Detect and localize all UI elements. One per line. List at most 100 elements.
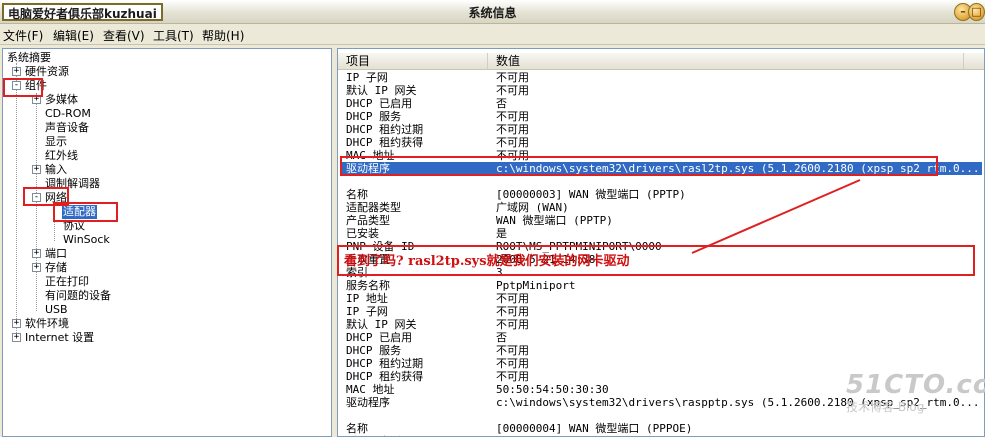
tree-item-input[interactable]: + 输入 xyxy=(3,163,203,177)
watermark-logo: 51CTO.com xyxy=(846,370,985,400)
table-row[interactable]: DHCP 已启用 否 xyxy=(342,97,982,110)
cell-item: 名称 xyxy=(346,188,368,201)
cell-item: DHCP 租约过期 xyxy=(346,123,424,136)
cell-item: DHCP 已启用 xyxy=(346,331,413,344)
tree-item-sound[interactable]: 声音设备 xyxy=(3,121,203,135)
menu-file[interactable]: 文件(F) xyxy=(3,27,43,44)
cell-item: 驱动程序 xyxy=(346,396,390,409)
cell-value: c:\windows\system32\drivers\rasl2tp.sys … xyxy=(496,162,980,175)
cell-value: [00000003] WAN 微型端口 (PPTP) xyxy=(496,188,686,201)
cell-item: 名称 xyxy=(346,422,368,435)
table-row[interactable]: 产品类型 WAN 微型端口 (PPTP) xyxy=(342,214,982,227)
table-row[interactable]: DHCP 已启用 否 xyxy=(342,331,982,344)
annotation-text: 看到了吗? rasl2tp.sys就是我们安装的网卡驱动 xyxy=(344,254,630,269)
table-row[interactable]: MAC 地址 不可用 xyxy=(342,149,982,162)
tree-item-internet[interactable]: + Internet 设置 xyxy=(3,331,203,345)
cell-item: DHCP 已启用 xyxy=(346,97,413,110)
cell-item: MAC 地址 xyxy=(346,149,395,162)
tree-item-hardware[interactable]: + 硬件资源 xyxy=(3,65,203,79)
expand-icon[interactable]: + xyxy=(32,165,41,174)
expand-icon[interactable]: + xyxy=(32,249,41,258)
collapse-icon[interactable]: - xyxy=(32,193,41,202)
tree-item-adapter[interactable]: 适配器 xyxy=(3,205,203,219)
expand-icon[interactable]: + xyxy=(12,67,21,76)
menu-tools[interactable]: 工具(T) xyxy=(153,27,194,44)
table-row[interactable] xyxy=(342,175,982,188)
cell-value: 不可用 xyxy=(496,318,529,331)
table-row[interactable]: 已安装 是 xyxy=(342,227,982,240)
cell-value: WAN 微型端口 (PPTP) xyxy=(496,214,613,227)
cell-value: 不可用 xyxy=(496,357,529,370)
expand-icon[interactable]: + xyxy=(12,333,21,342)
table-row[interactable]: 名称 [00000004] WAN 微型端口 (PPPOE) xyxy=(342,422,982,435)
cell-value: 不可用 xyxy=(496,292,529,305)
cell-value: PptpMiniport xyxy=(496,279,576,292)
expand-icon[interactable]: + xyxy=(12,319,21,328)
table-row[interactable]: 默认 IP 网关 不可用 xyxy=(342,318,982,331)
table-row[interactable]: DHCP 租约过期 不可用 xyxy=(342,357,982,370)
cell-item: IP 地址 xyxy=(346,292,388,305)
table-row[interactable]: 服务名称 PptpMiniport xyxy=(342,279,982,292)
maximize-button[interactable]: □ xyxy=(968,3,985,21)
expand-icon[interactable]: + xyxy=(32,95,41,104)
cell-item: 服务名称 xyxy=(346,279,390,292)
tree-item-usb[interactable]: USB xyxy=(3,303,203,317)
cell-item: DHCP 服务 xyxy=(346,110,402,123)
table-row[interactable]: DHCP 租约获得 不可用 xyxy=(342,136,982,149)
tree-item-storage[interactable]: + 存储 xyxy=(3,261,203,275)
tree-item-modem[interactable]: 调制解调器 xyxy=(3,177,203,191)
cell-value: 否 xyxy=(496,97,507,110)
tree-item-protocol[interactable]: 协议 xyxy=(3,219,203,233)
cell-value: 不可用 xyxy=(496,305,529,318)
cell-value: 不可用 xyxy=(496,136,529,149)
tree-item-display[interactable]: 显示 xyxy=(3,135,203,149)
watermark-sub: 技术博客 Blog xyxy=(846,400,925,414)
cell-item: 产品类型 xyxy=(346,214,390,227)
table-row[interactable]: IP 子网 不可用 xyxy=(342,71,982,84)
tree-item-winsock[interactable]: WinSock xyxy=(3,233,203,247)
tree-item-problem-devices[interactable]: 有问题的设备 xyxy=(3,289,203,303)
table-row[interactable]: DHCP 服务 不可用 xyxy=(342,110,982,123)
tree-item-components[interactable]: - 组件 xyxy=(3,79,203,93)
tree-item-infrared[interactable]: 红外线 xyxy=(3,149,203,163)
cell-value: 否 xyxy=(496,331,507,344)
cell-item: DHCP 服务 xyxy=(346,344,402,357)
table-row[interactable]: IP 子网 不可用 xyxy=(342,305,982,318)
cell-item: IP 子网 xyxy=(346,71,388,84)
title-bar: 电脑爱好者俱乐部kuzhuai 系统信息 – □ xyxy=(0,0,985,24)
cell-item: IP 子网 xyxy=(346,305,388,318)
tree-item-network[interactable]: - 网络 xyxy=(3,191,203,205)
table-row[interactable]: 默认 IP 网关 不可用 xyxy=(342,84,982,97)
expand-icon[interactable]: + xyxy=(32,263,41,272)
collapse-icon[interactable]: - xyxy=(12,81,21,90)
table-row[interactable]: DHCP 服务 不可用 xyxy=(342,344,982,357)
cell-value: [00000004] WAN 微型端口 (PPPOE) xyxy=(496,422,693,435)
brand-label: 电脑爱好者俱乐部kuzhuai xyxy=(2,3,163,21)
cell-item: 驱动程序 xyxy=(346,162,390,175)
table-row[interactable]: 名称 [00000003] WAN 微型端口 (PPTP) xyxy=(342,188,982,201)
menu-bar: 文件(F) 编辑(E) 查看(V) 工具(T) 帮助(H) xyxy=(0,24,985,45)
cell-value: 广域网 (WAN) xyxy=(496,201,569,214)
menu-view[interactable]: 查看(V) xyxy=(103,27,145,44)
cell-value: 不可用 xyxy=(496,123,529,136)
column-header-filler xyxy=(964,53,984,70)
tree-item-cdrom[interactable]: CD-ROM xyxy=(3,107,203,121)
tree-item-printing[interactable]: 正在打印 xyxy=(3,275,203,289)
table-row[interactable]: 驱动程序 c:\windows\system32\drivers\rasl2tp.… xyxy=(342,162,982,175)
column-header-item[interactable]: 项目 xyxy=(338,53,488,70)
tree-item-ports[interactable]: + 端口 xyxy=(3,247,203,261)
cell-item: DHCP 租约过期 xyxy=(346,357,424,370)
cell-value: 不可用 xyxy=(496,84,529,97)
tree-item-software[interactable]: + 软件环境 xyxy=(3,317,203,331)
cell-value: 是 xyxy=(496,227,507,240)
column-header-value[interactable]: 数值 xyxy=(488,53,964,70)
table-row[interactable]: IP 地址 不可用 xyxy=(342,292,982,305)
table-row[interactable]: 适配器类型 广域网 (WAN) xyxy=(342,201,982,214)
category-tree[interactable]: 系统摘要 + 硬件资源 - 组件 + 多媒体 CD-ROM 声音设备 显示 红外… xyxy=(2,48,332,437)
table-row[interactable]: DHCP 租约过期 不可用 xyxy=(342,123,982,136)
cell-item: 默认 IP 网关 xyxy=(346,84,417,97)
menu-help[interactable]: 帮助(H) xyxy=(202,27,244,44)
cell-item: MAC 地址 xyxy=(346,383,395,396)
tree-item-multimedia[interactable]: + 多媒体 xyxy=(3,93,203,107)
menu-edit[interactable]: 编辑(E) xyxy=(53,27,94,44)
